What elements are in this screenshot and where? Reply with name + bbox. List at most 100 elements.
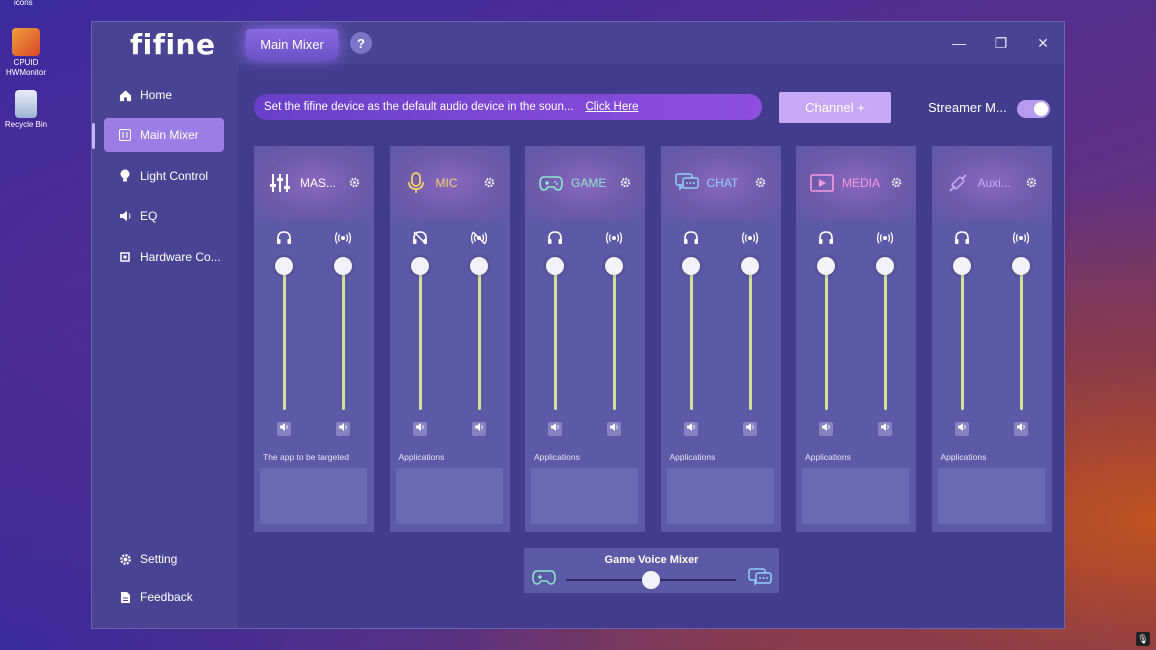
headphone-mute-button[interactable]	[277, 422, 291, 436]
applications-drop-area[interactable]	[531, 468, 638, 524]
headphones-icon[interactable]	[817, 231, 835, 247]
stream-icon[interactable]	[876, 231, 894, 247]
channel-header[interactable]: CHAT	[660, 146, 781, 220]
headphone-fader-track[interactable]	[689, 264, 693, 410]
document-icon	[118, 590, 132, 604]
stream-icon[interactable]	[605, 231, 623, 247]
stream-mute-button[interactable]	[607, 422, 621, 436]
recycle-bin-desktop-icon[interactable]: Recycle Bin	[2, 90, 50, 130]
sidebar-item-feedback[interactable]: Feedback	[104, 580, 224, 614]
headphone-mute-button[interactable]	[548, 422, 562, 436]
help-button[interactable]: ?	[350, 32, 372, 54]
sidebar-item-main-mixer[interactable]: Main Mixer	[104, 118, 224, 152]
headphone-fader-track[interactable]	[825, 264, 828, 410]
stream-icon[interactable]	[741, 231, 759, 247]
headphone-fader-knob[interactable]	[546, 257, 564, 275]
headphone-fader-track[interactable]	[554, 264, 557, 410]
gear-icon[interactable]	[484, 177, 496, 189]
close-button[interactable]: ✕	[1034, 34, 1052, 52]
headphone-fader-knob[interactable]	[681, 257, 700, 275]
headphone-fader-track[interactable]	[283, 264, 286, 410]
tab-main-mixer[interactable]: Main Mixer	[246, 29, 338, 59]
streamer-mode-label: Streamer M...	[928, 100, 1007, 115]
maximize-button[interactable]: ❐	[992, 34, 1010, 52]
stream-fader-knob[interactable]	[605, 257, 623, 275]
stream-fader-track[interactable]	[342, 264, 345, 410]
headphone-mute-button[interactable]	[412, 422, 427, 436]
stream-fader-knob[interactable]	[876, 257, 894, 275]
streamer-mode-toggle[interactable]	[1017, 100, 1050, 118]
headphones-icon[interactable]	[682, 231, 700, 247]
stream-mute-button[interactable]	[742, 422, 757, 436]
click-here-link[interactable]: Click Here	[585, 101, 638, 113]
headphone-fader-knob[interactable]	[410, 257, 429, 275]
applications-drop-area[interactable]	[395, 468, 503, 524]
headphone-fader-knob[interactable]	[817, 257, 835, 275]
channel-header[interactable]: MAS...	[254, 146, 374, 220]
stream-mute-button[interactable]	[336, 422, 350, 436]
gear-icon[interactable]	[890, 177, 902, 189]
stream-muted-icon[interactable]	[470, 231, 488, 247]
headphones-icon[interactable]	[546, 231, 564, 247]
headphones-muted-icon[interactable]	[411, 231, 429, 247]
stream-fader-track[interactable]	[477, 264, 481, 410]
applications-drop-area[interactable]	[260, 468, 367, 524]
sidebar-item-eq[interactable]: EQ	[104, 199, 224, 233]
stream-fader-knob[interactable]	[1011, 257, 1030, 275]
applications-drop-area[interactable]	[937, 468, 1045, 524]
headphones-icon[interactable]	[275, 231, 293, 247]
headphone-mute-button[interactable]	[683, 422, 698, 436]
stream-fader-knob[interactable]	[334, 257, 352, 275]
sidebar-item-label: Light Control	[140, 169, 209, 183]
channel-strip: MIC Applications	[389, 146, 510, 532]
fifine-app-window: fifine Home Main Mixer Light Control EQ	[91, 21, 1065, 629]
hwmonitor-desktop-icon[interactable]: CPUID HWMonitor	[2, 28, 50, 78]
stream-fader-knob[interactable]	[740, 257, 759, 275]
fifine-logo: fifine	[130, 28, 216, 61]
stream-icon[interactable]	[334, 231, 352, 247]
game-voice-mixer-title: Game Voice Mixer	[604, 554, 699, 566]
headphone-fader-knob[interactable]	[275, 257, 293, 275]
microphone-icon	[404, 171, 428, 195]
add-channel-button[interactable]: Channel +	[779, 92, 891, 123]
channel-header[interactable]: MEDIA	[796, 146, 916, 220]
sidebar-item-hardware-control[interactable]: Hardware Co...	[104, 240, 224, 274]
channel-header[interactable]: MIC	[389, 146, 510, 220]
channel-strip: GAME Applications	[525, 146, 645, 532]
stream-fader-track[interactable]	[613, 264, 616, 410]
channel-header[interactable]: Auxi...	[931, 146, 1052, 220]
gear-icon[interactable]	[1026, 177, 1038, 189]
sidebar-item-light-control[interactable]: Light Control	[104, 159, 224, 193]
headphone-fader-knob[interactable]	[952, 257, 971, 275]
desktop-icon-label: CPUID	[13, 58, 39, 67]
default-device-banner: Set the fifine device as the default aud…	[254, 94, 762, 120]
headphone-fader-track[interactable]	[960, 264, 964, 410]
minimize-button[interactable]: —	[950, 34, 968, 52]
stream-mute-button[interactable]	[471, 422, 486, 436]
game-voice-slider-knob[interactable]	[642, 571, 660, 589]
headphone-mute-button[interactable]	[819, 422, 833, 436]
sidebar-item-home[interactable]: Home	[104, 78, 224, 112]
stream-icon[interactable]	[1012, 231, 1030, 247]
headphone-mute-button[interactable]	[954, 422, 969, 436]
headphones-icon[interactable]	[953, 231, 971, 247]
gear-icon[interactable]	[348, 177, 360, 189]
applications-drop-area[interactable]	[666, 468, 774, 524]
sidebar-item-label: Feedback	[140, 590, 193, 604]
gear-icon[interactable]	[619, 177, 631, 189]
sidebar-item-setting[interactable]: Setting	[104, 542, 224, 576]
stream-fader-track[interactable]	[748, 264, 752, 410]
applications-drop-area[interactable]	[802, 468, 909, 524]
stream-mute-button[interactable]	[1013, 422, 1028, 436]
channel-name: Auxi...	[977, 176, 1011, 190]
gear-icon[interactable]	[755, 177, 767, 189]
stream-fader-track[interactable]	[1019, 264, 1023, 410]
headphone-fader-track[interactable]	[418, 264, 422, 410]
active-nav-marker	[92, 123, 95, 149]
toggle-knob	[1034, 102, 1048, 116]
stream-fader-track[interactable]	[884, 264, 887, 410]
stream-fader-knob[interactable]	[469, 257, 488, 275]
channel-header[interactable]: GAME	[525, 146, 645, 220]
tray-microphone-icon[interactable]: 🎙	[1136, 632, 1150, 646]
stream-mute-button[interactable]	[878, 422, 892, 436]
